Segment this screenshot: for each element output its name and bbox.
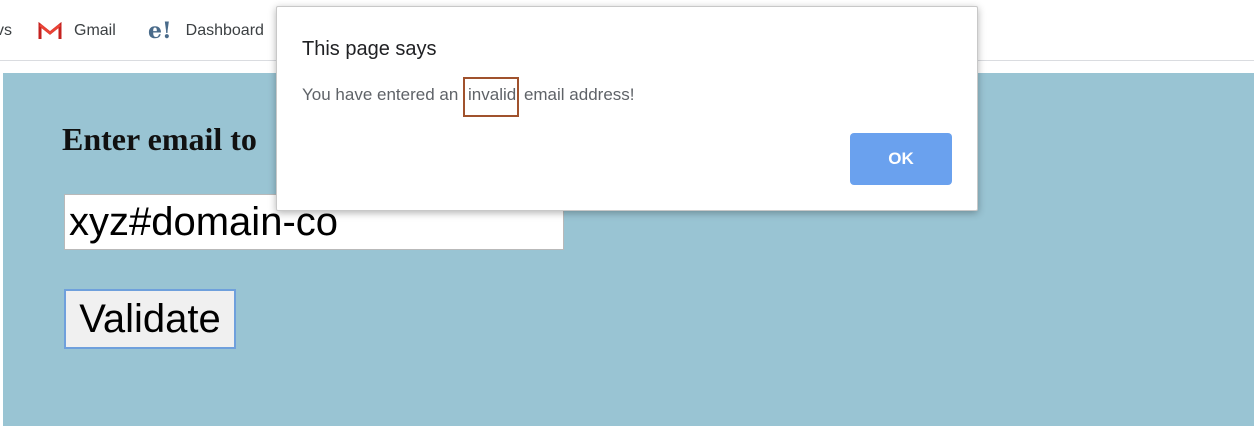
page-heading: Enter email to xyxy=(62,121,257,157)
e-icon: e! xyxy=(148,18,172,44)
bookmark-gmail[interactable]: Gmail xyxy=(38,18,116,44)
dialog-message: You have entered an invalid email addres… xyxy=(302,77,635,117)
dialog-message-before: You have entered an xyxy=(302,85,464,104)
bookmark-dashboard[interactable]: e! Dashboard xyxy=(148,18,264,44)
bookmark-label: Dashboard xyxy=(185,22,264,39)
gmail-icon xyxy=(38,22,62,39)
highlighted-word: invalid xyxy=(463,77,520,117)
bookmark-partial[interactable]: vs xyxy=(0,18,12,44)
bookmark-label: Gmail xyxy=(74,22,116,39)
dialog-title: This page says xyxy=(302,38,437,60)
ok-button[interactable]: OK xyxy=(850,133,952,185)
validate-button[interactable]: Validate xyxy=(64,289,236,349)
alert-dialog: This page says You have entered an inval… xyxy=(276,6,978,211)
bookmark-label: vs xyxy=(0,22,12,39)
dialog-message-after: email address! xyxy=(519,85,635,104)
